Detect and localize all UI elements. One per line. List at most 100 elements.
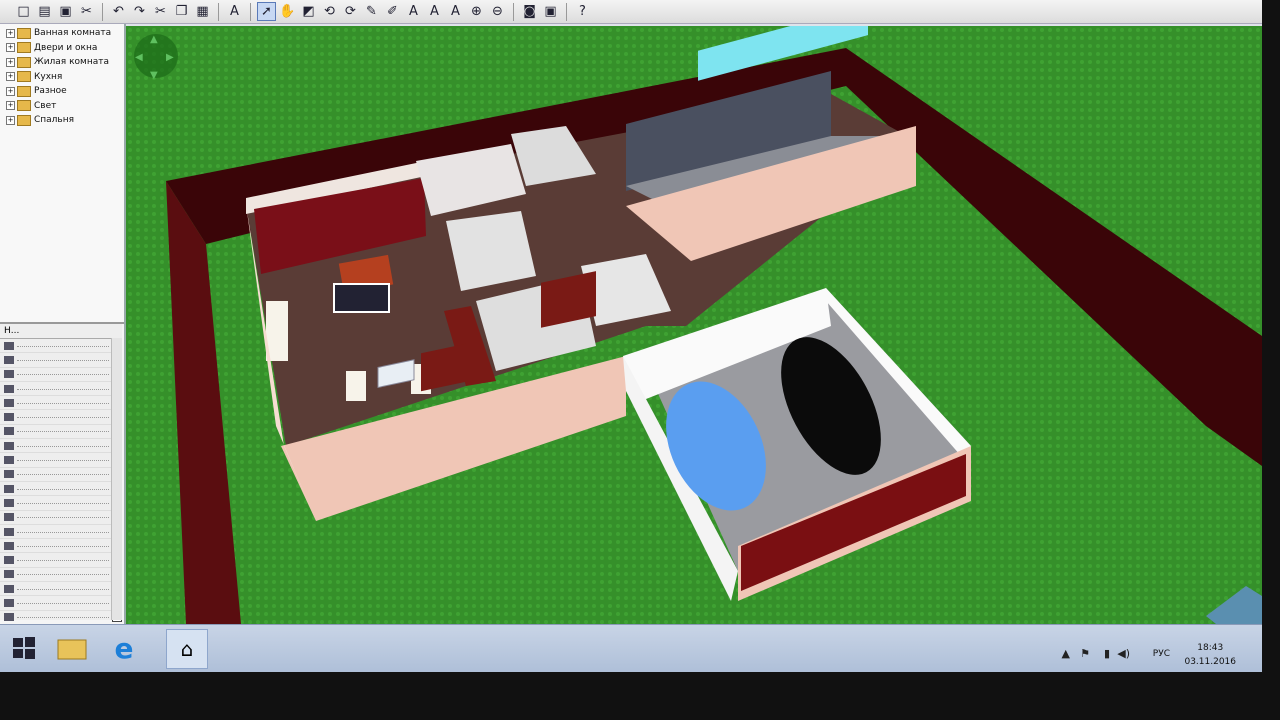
copy-icon[interactable]: ❐ <box>172 2 191 21</box>
hand-icon[interactable]: ✋ <box>278 2 297 21</box>
catalog-item[interactable]: + Спальня <box>0 113 124 128</box>
furniture-row[interactable]: ✓ <box>0 553 122 568</box>
furniture-row[interactable]: ✓ <box>0 368 122 382</box>
furniture-icon <box>4 355 14 364</box>
toolbar-separator <box>218 2 219 21</box>
taskbar: e ⌂ ▲ ⚑ ▮ ◀) РУС 18:43 03.11.2016 <box>0 624 1262 672</box>
catalog-item[interactable]: + Ванная комната <box>0 26 124 41</box>
pointer-icon[interactable]: ➚ <box>257 2 276 21</box>
row-dots <box>17 416 109 419</box>
redo-icon[interactable]: ↷ <box>130 2 149 21</box>
language-indicator[interactable]: РУС <box>1153 649 1170 659</box>
furniture-row[interactable]: ✓ <box>0 568 122 583</box>
catalog-item[interactable]: + Разное <box>0 84 124 99</box>
folder-icon <box>17 100 31 112</box>
open-icon[interactable]: ▤ <box>35 2 54 21</box>
tag2-icon[interactable]: ✐ <box>383 2 402 21</box>
expand-icon[interactable]: + <box>6 57 15 67</box>
row-dots <box>17 430 109 433</box>
furniture-row[interactable]: ✓ <box>0 425 122 440</box>
show-hidden-icons[interactable]: ▲ <box>1062 647 1070 660</box>
folder-icon <box>17 85 31 97</box>
catalog-item-label: Спальня <box>34 115 75 126</box>
text-a2-icon[interactable]: A <box>425 2 444 21</box>
scrollbar[interactable] <box>111 338 122 620</box>
help-icon[interactable]: ? <box>573 2 592 21</box>
zoom-in-icon[interactable]: ⊕ <box>467 2 486 21</box>
furniture-icon <box>4 341 14 350</box>
app-taskbar-button[interactable]: ⌂ <box>166 629 208 669</box>
volume-icon[interactable]: ◀) <box>1117 647 1130 660</box>
expand-icon[interactable]: + <box>6 28 15 38</box>
catalog-item[interactable]: + Кухня <box>0 70 124 85</box>
paste-icon[interactable]: ▦ <box>193 2 212 21</box>
rotate-icon[interactable]: ⟲ <box>320 2 339 21</box>
row-dots <box>17 388 109 390</box>
furniture-list: Н... ✓✓✓✓✓✓✓✓✓✓✓✓✓✓✓✓✓✓✓✓✓✓ <box>0 324 122 654</box>
expand-icon[interactable]: + <box>6 72 15 82</box>
furniture-row[interactable]: ✓ <box>0 482 122 497</box>
furniture-row[interactable]: ✓ <box>0 339 122 354</box>
rotate-right-icon[interactable]: ⟳ <box>341 2 360 21</box>
furniture-row[interactable]: ✓ <box>0 439 122 454</box>
ie-button[interactable]: e <box>104 629 144 667</box>
cut-icon[interactable]: ✂ <box>77 2 96 21</box>
save-icon[interactable]: ▣ <box>56 2 75 21</box>
furniture-row[interactable]: ✓ <box>0 468 122 482</box>
expand-icon[interactable]: + <box>6 43 15 53</box>
start-button[interactable] <box>4 629 44 667</box>
furniture-row[interactable]: ✓ <box>0 353 122 368</box>
row-dots <box>17 516 109 519</box>
zoom-out-icon[interactable]: ⊖ <box>488 2 507 21</box>
flag-icon[interactable]: ⚑ <box>1080 647 1090 660</box>
expand-icon[interactable]: + <box>6 86 15 96</box>
clock-date: 03.11.2016 <box>1184 657 1236 667</box>
furniture-row[interactable]: ✓ <box>0 496 122 511</box>
svg-text:◀: ◀ <box>135 52 143 63</box>
view-icon[interactable]: ◩ <box>299 2 318 21</box>
furniture-icon <box>4 527 14 536</box>
clock[interactable]: 18:43 03.11.2016 <box>1184 641 1236 669</box>
3d-view[interactable]: ▲ ▼ ◀ ▶ <box>126 26 1262 624</box>
camera-icon[interactable]: ◙ <box>520 2 539 21</box>
furniture-icon <box>4 498 14 507</box>
furniture-icon <box>4 370 14 379</box>
furniture-row[interactable]: ✓ <box>0 582 122 597</box>
scissors-icon[interactable]: ✂ <box>151 2 170 21</box>
windows-icon <box>13 637 35 659</box>
tag-icon[interactable]: ✎ <box>362 2 381 21</box>
toolbar-separator <box>513 2 514 21</box>
explorer-button[interactable] <box>52 629 92 667</box>
screenshot-icon[interactable]: ▣ <box>541 2 560 21</box>
furniture-list-header[interactable]: Н... <box>0 324 122 339</box>
row-dots <box>17 359 109 361</box>
furniture-row[interactable]: ✓ <box>0 511 122 525</box>
new-icon[interactable]: □ <box>14 2 33 21</box>
row-dots <box>17 559 109 562</box>
furniture-row[interactable]: ✓ <box>0 453 122 468</box>
text-a3-icon[interactable]: A <box>446 2 465 21</box>
furniture-row[interactable]: ✓ <box>0 410 122 425</box>
furniture-row[interactable]: ✓ <box>0 596 122 611</box>
catalog-item-label: Двери и окна <box>34 42 98 53</box>
network-icon[interactable]: ▮ <box>1104 647 1110 660</box>
undo-icon[interactable]: ↶ <box>109 2 128 21</box>
row-dots <box>17 402 109 404</box>
furniture-icon <box>4 570 14 579</box>
furniture-row[interactable]: ✓ <box>0 611 122 625</box>
toolbar-separator <box>566 2 567 21</box>
furniture-row[interactable]: ✓ <box>0 525 122 540</box>
furniture-row[interactable]: ✓ <box>0 382 122 397</box>
furniture-row[interactable]: ✓ <box>0 539 122 554</box>
text-icon[interactable]: A <box>225 2 244 21</box>
expand-icon[interactable]: + <box>6 101 15 111</box>
furniture-row[interactable]: ✓ <box>0 396 122 411</box>
column-name-header: Н... <box>4 326 20 336</box>
furniture-icon <box>4 398 14 407</box>
catalog-item[interactable]: + Жилая комната <box>0 55 124 70</box>
catalog-item[interactable]: + Двери и окна <box>0 41 124 56</box>
svg-text:▼: ▼ <box>150 70 158 81</box>
catalog-item[interactable]: + Свет <box>0 99 124 114</box>
expand-icon[interactable]: + <box>6 115 15 125</box>
text-a-icon[interactable]: A <box>404 2 423 21</box>
